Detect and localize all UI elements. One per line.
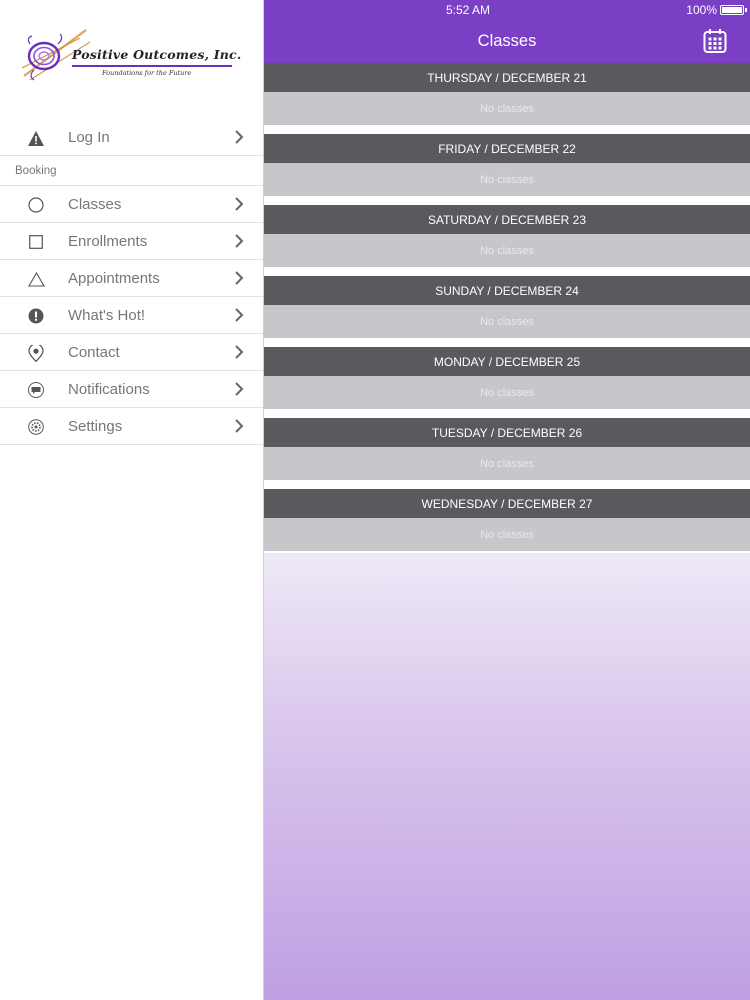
sidebar-item-label: Settings: [68, 418, 123, 435]
day-list: THURSDAY / DECEMBER 21 No classes FRIDAY…: [264, 63, 750, 560]
top-bar: 5:52 AM 100% Classes: [264, 0, 750, 63]
day-section: TUESDAY / DECEMBER 26 No classes: [264, 418, 750, 480]
day-empty-message: No classes: [264, 518, 750, 551]
sidebar-item-enrollments[interactable]: Enrollments: [0, 223, 263, 260]
logo-tagline: Foundations for the Future: [102, 69, 192, 77]
day-empty-message: No classes: [264, 305, 750, 338]
sidebar-item-classes[interactable]: Classes: [0, 186, 263, 223]
day-section: THURSDAY / DECEMBER 21 No classes: [264, 63, 750, 125]
day-empty-message: No classes: [264, 234, 750, 267]
chat-bubble-icon: [27, 381, 45, 399]
chevron-right-icon: [235, 197, 244, 211]
day-header: MONDAY / DECEMBER 25: [264, 347, 750, 376]
day-empty-message: No classes: [264, 163, 750, 196]
background-gradient: [264, 553, 750, 1000]
day-header: SATURDAY / DECEMBER 23: [264, 205, 750, 234]
chevron-right-icon: [235, 234, 244, 248]
sidebar-item-label: Notifications: [68, 381, 150, 398]
day-header: WEDNESDAY / DECEMBER 27: [264, 489, 750, 518]
square-icon: [27, 233, 45, 251]
sidebar-item-notifications[interactable]: Notifications: [0, 371, 263, 408]
chevron-right-icon: [235, 382, 244, 396]
day-section: SUNDAY / DECEMBER 24 No classes: [264, 276, 750, 338]
day-empty-message: No classes: [264, 376, 750, 409]
section-header-booking: Booking: [0, 156, 263, 186]
chevron-right-icon: [235, 271, 244, 285]
battery-percent: 100%: [686, 3, 717, 17]
day-empty-message: No classes: [264, 92, 750, 125]
sidebar-item-settings[interactable]: Settings: [0, 408, 263, 445]
day-section: FRIDAY / DECEMBER 22 No classes: [264, 134, 750, 196]
battery-icon: [720, 5, 747, 15]
page-title: Classes: [477, 32, 537, 50]
sidebar-item-log-in[interactable]: Log In: [0, 119, 263, 156]
gear-icon: [27, 418, 45, 436]
sidebar-item-label: Contact: [68, 344, 120, 361]
company-logo: Positive Outcomes, Inc. Foundations for …: [20, 24, 245, 84]
section-header-label: Booking: [15, 165, 57, 177]
sidebar-item-label: Log In: [68, 129, 110, 146]
day-section: MONDAY / DECEMBER 25 No classes: [264, 347, 750, 409]
day-empty-message: No classes: [264, 447, 750, 480]
status-time: 5:52 AM: [445, 3, 490, 17]
day-header: THURSDAY / DECEMBER 21: [264, 63, 750, 92]
sidebar-item-label: Appointments: [68, 270, 160, 287]
logo-underline: [72, 65, 232, 67]
day-section: WEDNESDAY / DECEMBER 27 No classes: [264, 489, 750, 551]
sidebar-item-label: Classes: [68, 196, 122, 213]
chevron-right-icon: [235, 345, 244, 359]
chevron-right-icon: [235, 130, 244, 144]
sidebar-item-contact[interactable]: Contact: [0, 334, 263, 371]
day-section: SATURDAY / DECEMBER 23 No classes: [264, 205, 750, 267]
sidebar-item-label: What's Hot!: [68, 307, 146, 324]
triangle-icon: [27, 270, 45, 288]
chevron-right-icon: [235, 419, 244, 433]
day-header: TUESDAY / DECEMBER 26: [264, 418, 750, 447]
sidebar-menu: Log In Booking Classes Enrollments Appoi…: [0, 119, 263, 445]
day-header: FRIDAY / DECEMBER 22: [264, 134, 750, 163]
sidebar-item-whats-hot[interactable]: What's Hot!: [0, 297, 263, 334]
location-pin-icon: [27, 344, 45, 362]
day-header: SUNDAY / DECEMBER 24: [264, 276, 750, 305]
exclamation-icon: [27, 307, 45, 325]
warning-icon: [27, 129, 45, 147]
circle-icon: [27, 196, 45, 214]
logo-title: Positive Outcomes, Inc.: [72, 47, 242, 62]
calendar-icon[interactable]: [703, 28, 727, 54]
chevron-right-icon: [235, 308, 244, 322]
sidebar-item-label: Enrollments: [68, 233, 148, 250]
main-content: 5:52 AM 100% Classes THURSDAY / DECEMBER…: [264, 0, 750, 1000]
sidebar: Positive Outcomes, Inc. Foundations for …: [0, 0, 264, 1000]
sidebar-item-appointments[interactable]: Appointments: [0, 260, 263, 297]
